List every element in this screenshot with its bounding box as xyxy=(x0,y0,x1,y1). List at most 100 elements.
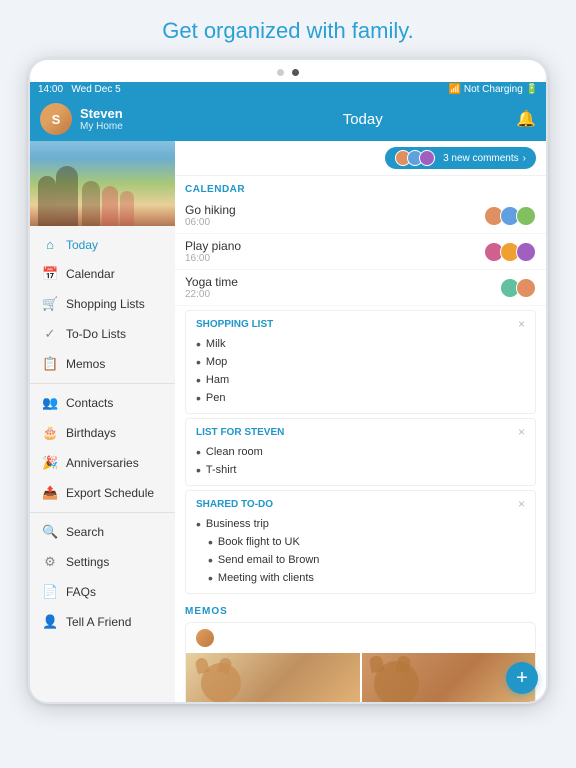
calendar-section-label: CALENDAR xyxy=(175,176,546,198)
event-info-piano: Play piano 16:00 xyxy=(185,239,484,264)
anniversaries-icon: 🎉 xyxy=(42,455,58,471)
sidebar-item-faqs[interactable]: 📄 FAQs xyxy=(30,577,175,607)
sidebar-item-birthdays[interactable]: 🎂 Birthdays xyxy=(30,418,175,448)
sidebar-item-export-schedule[interactable]: 📤 Export Schedule xyxy=(30,478,175,508)
sidebar-item-search[interactable]: 🔍 Search xyxy=(30,517,175,547)
notification-text: 3 new comments xyxy=(443,153,519,164)
shopping-list-section: Shopping List × • Milk • Mop • Ham xyxy=(185,310,536,414)
header-user-info: Steven My Home xyxy=(80,106,217,132)
tablet-top-bar xyxy=(30,60,546,82)
sidebar-item-settings[interactable]: ⚙ Settings xyxy=(30,547,175,577)
today-icon: ⌂ xyxy=(42,237,58,252)
avatar-group xyxy=(395,150,435,166)
event-info-hiking: Go hiking 06:00 xyxy=(185,203,484,228)
steven-list-label: List for Steven xyxy=(196,427,284,438)
memo1-author-row xyxy=(186,623,535,650)
birthdays-icon: 🎂 xyxy=(42,425,58,441)
todo-label-flight: Book flight to UK xyxy=(218,536,300,548)
event-title-hiking: Go hiking xyxy=(185,203,484,217)
sidebar-item-memos[interactable]: 📋 Memos xyxy=(30,349,175,379)
user-avatar[interactable]: S xyxy=(40,103,72,135)
sidebar-item-shopping-lists[interactable]: 🛒 Shopping Lists xyxy=(30,289,175,319)
bullet-ham: • xyxy=(196,373,201,387)
steven-list-header: List for Steven × xyxy=(196,425,525,439)
search-icon: 🔍 xyxy=(42,524,58,540)
event-title-yoga: Yoga time xyxy=(185,275,500,289)
memo-card-1[interactable]: A cat came to our house, I think he is l… xyxy=(185,622,536,702)
content-area: 3 new comments › CALENDAR Go hiking 06:0… xyxy=(175,141,546,702)
event-go-hiking[interactable]: Go hiking 06:00 xyxy=(175,198,546,234)
shopping-list-label: Shopping List xyxy=(196,319,273,330)
shopping-item-ham: • Ham xyxy=(196,371,525,389)
tablet-indicator-inactive xyxy=(277,69,284,76)
event-avatar-3 xyxy=(516,206,536,226)
event-avatars-hiking xyxy=(484,206,536,226)
event-time-hiking: 06:00 xyxy=(185,217,484,228)
todo-item-business: • Business trip xyxy=(196,515,525,533)
bullet-clean: • xyxy=(196,445,201,459)
bullet-meeting: • xyxy=(208,571,213,585)
shared-todo-header: Shared To-Do × xyxy=(196,497,525,511)
shopping-item-label-pen: Pen xyxy=(206,392,226,404)
sidebar-item-today[interactable]: ⌂ Today xyxy=(30,230,175,259)
sidebar-item-calendar[interactable]: 📅 Calendar xyxy=(30,259,175,289)
sidebar-item-tell-a-friend[interactable]: 👤 Tell A Friend xyxy=(30,607,175,637)
event-yoga-time[interactable]: Yoga time 22:00 xyxy=(175,270,546,306)
settings-icon: ⚙ xyxy=(42,554,58,570)
sidebar-item-to-do-lists[interactable]: ✓ To-Do Lists xyxy=(30,319,175,349)
mini-avatar-3 xyxy=(419,150,435,166)
sidebar-item-anniversaries[interactable]: 🎉 Anniversaries xyxy=(30,448,175,478)
bullet-business: • xyxy=(196,517,201,531)
event-time-yoga: 22:00 xyxy=(185,289,500,300)
bullet-tshirt: • xyxy=(196,463,201,477)
memos-icon: 📋 xyxy=(42,356,58,372)
shopping-item-label-milk: Milk xyxy=(206,338,226,350)
shared-todo-close[interactable]: × xyxy=(518,497,525,511)
steven-list-close[interactable]: × xyxy=(518,425,525,439)
sidebar-label-search: Search xyxy=(66,525,104,539)
sidebar-label-tell-friend: Tell A Friend xyxy=(66,615,131,629)
shopping-item-label-ham: Ham xyxy=(206,374,229,386)
shopping-item-milk: • Milk xyxy=(196,335,525,353)
shopping-list-close[interactable]: × xyxy=(518,317,525,331)
memo1-images xyxy=(186,653,535,702)
tell-friend-icon: 👤 xyxy=(42,614,58,630)
event-avatars-yoga xyxy=(500,278,536,298)
sidebar-label-faqs: FAQs xyxy=(66,585,96,599)
sidebar-photo xyxy=(30,141,175,226)
bell-icon[interactable]: 🔔 xyxy=(516,109,536,129)
shopping-list-header: Shopping List × xyxy=(196,317,525,331)
sidebar-label-today: Today xyxy=(66,238,98,252)
sidebar-label-todo: To-Do Lists xyxy=(66,327,126,341)
sidebar-label-birthdays: Birthdays xyxy=(66,426,116,440)
header-user-home: My Home xyxy=(80,121,217,132)
shopping-item-label-mop: Mop xyxy=(206,356,227,368)
sidebar-separator-2 xyxy=(30,512,175,513)
status-time-date: 14:00 Wed Dec 5 xyxy=(38,84,121,95)
status-bar: 14:00 Wed Dec 5 📶 Not Charging 🔋 xyxy=(30,82,546,97)
sidebar-item-contacts[interactable]: 👥 Contacts xyxy=(30,388,175,418)
memo1-avatar xyxy=(196,629,214,647)
notification-pill[interactable]: 3 new comments › xyxy=(385,147,536,169)
avatar-image: S xyxy=(40,103,72,135)
header-user-name: Steven xyxy=(80,106,217,121)
charging-status: 📶 Not Charging 🔋 xyxy=(449,84,538,95)
fab-add-button[interactable]: + xyxy=(506,662,538,694)
event-play-piano[interactable]: Play piano 16:00 xyxy=(175,234,546,270)
todo-icon: ✓ xyxy=(42,326,58,342)
steven-item-label-tshirt: T-shirt xyxy=(206,464,237,476)
steven-item-tshirt: • T-shirt xyxy=(196,461,525,479)
todo-item-meeting: • Meeting with clients xyxy=(196,569,525,587)
steven-list-section: List for Steven × • Clean room • T-shirt xyxy=(185,418,536,486)
event-title-piano: Play piano xyxy=(185,239,484,253)
page-title: Get organized with family. xyxy=(162,0,413,58)
sidebar-label-export: Export Schedule xyxy=(66,486,154,500)
sidebar-separator-1 xyxy=(30,383,175,384)
sidebar-label-settings: Settings xyxy=(66,555,109,569)
sidebar-label-calendar: Calendar xyxy=(66,267,115,281)
notification-banner: 3 new comments › xyxy=(175,141,546,176)
bullet-flight: • xyxy=(208,535,213,549)
event-info-yoga: Yoga time 22:00 xyxy=(185,275,500,300)
event-avatars-piano xyxy=(484,242,536,262)
shared-todo-section: Shared To-Do × • Business trip • Book fl… xyxy=(185,490,536,594)
